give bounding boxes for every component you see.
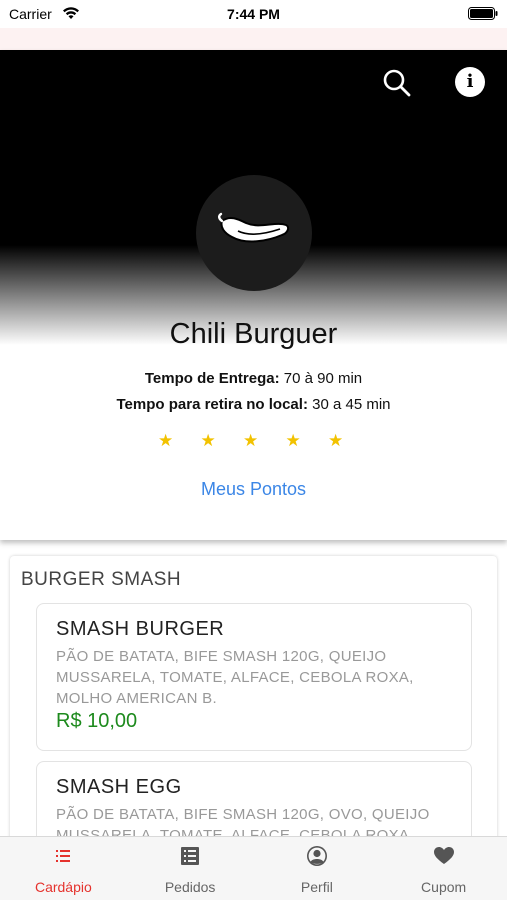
status-bar: Carrier 7:44 PM xyxy=(0,0,507,28)
star-icon: ★ xyxy=(200,431,216,450)
tab-pedidos[interactable]: Pedidos xyxy=(127,837,254,900)
store-header: i Chili Burguer Tempo de Entrega: 70 à 9… xyxy=(0,50,507,540)
item-name: SMASH BURGER xyxy=(56,618,225,640)
tab-cardapio[interactable]: Cardápio xyxy=(0,837,127,900)
menu-item-card[interactable]: SMASH BURGER PÃO DE BATATA, BIFE SMASH 1… xyxy=(36,603,472,751)
heart-icon xyxy=(433,847,454,864)
pickup-time: Tempo para retira no local: 30 a 45 min xyxy=(0,396,507,413)
battery-icon xyxy=(468,7,498,20)
tab-label: Perfil xyxy=(300,879,333,895)
my-points-link[interactable]: Meus Pontos xyxy=(0,479,507,500)
item-name: SMASH EGG xyxy=(56,776,182,798)
menu-section: BURGER SMASH SMASH BURGER PÃO DE BATATA,… xyxy=(10,556,497,900)
delivery-time-label: Tempo de Entrega: xyxy=(144,370,280,387)
tab-cupom[interactable]: Cupom xyxy=(380,837,507,900)
tab-perfil[interactable]: Perfil xyxy=(254,837,381,900)
delivery-time-value: 70 à 90 min xyxy=(283,370,363,387)
tab-label: Cardápio xyxy=(34,879,92,895)
chili-pepper-icon xyxy=(218,212,290,243)
section-title: BURGER SMASH xyxy=(21,569,182,590)
clock: 7:44 PM xyxy=(227,6,280,22)
rating-stars: ★ ★ ★ ★ ★ xyxy=(158,431,371,451)
list-icon xyxy=(56,850,71,862)
profile-icon xyxy=(306,846,327,866)
item-price: R$ 10,00 xyxy=(56,710,138,732)
store-logo xyxy=(196,175,312,291)
pickup-time-label: Tempo para retira no local: xyxy=(116,396,308,413)
store-name: Chili Burguer xyxy=(169,318,338,350)
tab-bar: Cardápio Pedidos Perfil Cupom xyxy=(0,836,507,900)
header-strip xyxy=(0,28,507,50)
info-icon[interactable]: i xyxy=(455,67,485,97)
item-description: PÃO DE BATATA, BIFE SMASH 120G, QUEIJO M… xyxy=(56,648,414,707)
pickup-time-value: 30 a 45 min xyxy=(312,396,391,413)
search-icon[interactable] xyxy=(382,68,412,98)
tab-label: Cupom xyxy=(421,879,467,895)
delivery-time: Tempo de Entrega: 70 à 90 min xyxy=(0,370,507,387)
tab-label: Pedidos xyxy=(164,879,216,895)
orders-icon xyxy=(181,847,200,865)
star-icon: ★ xyxy=(285,431,301,450)
star-icon: ★ xyxy=(328,431,344,450)
star-icon: ★ xyxy=(243,431,259,450)
star-icon: ★ xyxy=(158,431,174,450)
